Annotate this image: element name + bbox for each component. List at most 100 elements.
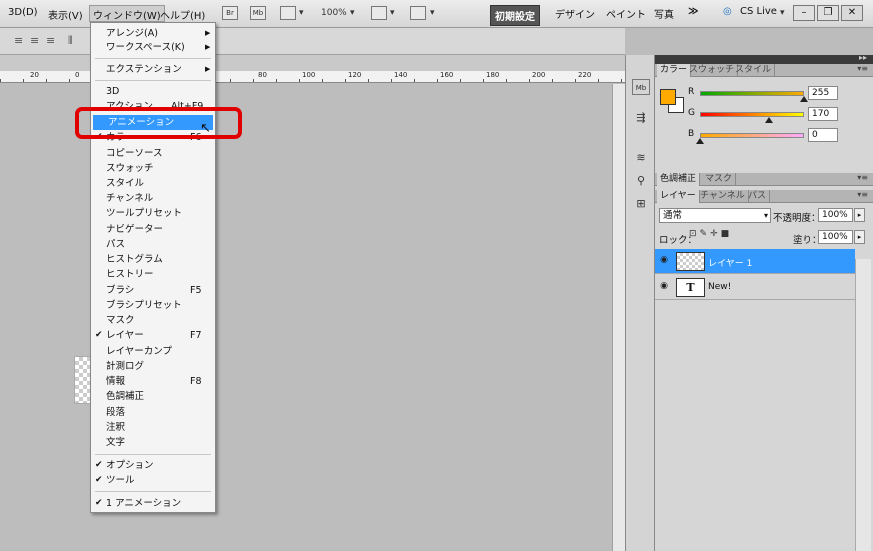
workspace-essentials[interactable]: 初期設定	[490, 5, 540, 26]
layer-row[interactable]: ◉ T New!	[655, 275, 855, 300]
slider-thumb[interactable]	[765, 117, 774, 123]
clone-source-icon[interactable]: ⚲	[632, 173, 650, 189]
value-field[interactable]: 170	[808, 107, 838, 121]
menu-item-workspace[interactable]: ワークスペース(K) ▶	[91, 40, 215, 55]
layer-name[interactable]: New!	[708, 282, 731, 292]
menu-item-styles[interactable]: スタイル	[91, 176, 215, 191]
menu-window[interactable]: ウィンドウ(W)	[89, 5, 165, 22]
tab-adjustments[interactable]: 色調補正	[657, 173, 701, 186]
arrange-documents-icon[interactable]	[371, 6, 387, 20]
panel-collapse-bar[interactable]: ▸▸	[655, 53, 873, 64]
panel-menu-icon[interactable]: ▾≡	[857, 173, 868, 182]
tab-swatches[interactable]: スウォッチ	[686, 64, 739, 77]
menu-item-arrange[interactable]: アレンジ(A) ▶	[91, 26, 215, 41]
fill-field[interactable]: 100%	[818, 230, 853, 244]
brush-panel-icon[interactable]: ≋	[632, 150, 650, 166]
menu-item-masks[interactable]: マスク	[91, 313, 215, 328]
menu-item-notes[interactable]: 注釈	[91, 420, 215, 435]
fill-slider-arrow-icon[interactable]: ▸	[854, 230, 865, 244]
menu-item-history[interactable]: ヒストリー	[91, 267, 215, 282]
menu-item-open-document[interactable]: ✔ 1 アニメーション	[91, 496, 215, 511]
tab-paths[interactable]: パス	[745, 190, 771, 203]
menu-item-adjustments[interactable]: 色調補正	[91, 389, 215, 404]
layer-name[interactable]: レイヤー 1	[708, 256, 752, 269]
eye-icon[interactable]: ◉	[658, 255, 670, 267]
minibridge-icon[interactable]: Mb	[250, 6, 266, 20]
menu-3d[interactable]: 3D(D)	[8, 7, 38, 23]
menu-item-channels[interactable]: チャンネル	[91, 191, 215, 206]
chevron-down-icon[interactable]: ▾	[350, 8, 355, 18]
panel-menu-icon[interactable]: ▾≡	[857, 190, 868, 199]
canvas-scrollbar[interactable]	[612, 84, 625, 551]
minimize-icon[interactable]: –	[793, 5, 815, 21]
distribute-icon[interactable]: ⫴	[68, 34, 74, 48]
menu-view[interactable]: 表示(V)	[48, 7, 83, 23]
tab-channels[interactable]: チャンネル	[697, 190, 749, 203]
tool-presets-icon[interactable]: ⊞	[632, 196, 650, 212]
workspace-paint[interactable]: ペイント	[606, 6, 646, 21]
chevron-down-icon[interactable]: ▾	[430, 8, 435, 18]
view-extras-icon[interactable]	[280, 6, 296, 20]
lock-position-icon[interactable]: ✛	[710, 229, 721, 239]
bridge-icon[interactable]: Br	[222, 6, 238, 20]
menu-item-swatches[interactable]: スウォッチ	[91, 161, 215, 176]
menu-item-3d[interactable]: 3D	[91, 84, 215, 99]
menu-item-layers[interactable]: ✔ レイヤー F7	[91, 328, 215, 343]
collapse-arrows-icon[interactable]: ▸▸	[859, 53, 867, 62]
tab-masks[interactable]: マスク	[702, 173, 737, 186]
align-top-icon[interactable]: ≡	[14, 34, 24, 47]
tab-styles[interactable]: スタイル	[732, 64, 776, 77]
menu-item-brush[interactable]: ブラシ F5	[91, 283, 215, 298]
menu-item-tools[interactable]: ✔ ツール	[91, 473, 215, 488]
cslive-icon[interactable]: ◎	[723, 6, 732, 17]
menu-item-paragraph[interactable]: 段落	[91, 405, 215, 420]
slider-thumb[interactable]	[800, 96, 808, 102]
menu-item-navigator[interactable]: ナビゲーター	[91, 222, 215, 237]
cslive-label[interactable]: CS Live	[740, 6, 777, 17]
lock-all-icon[interactable]: ■	[721, 229, 733, 239]
mouse-cursor-icon: ↖	[200, 121, 211, 136]
menu-help[interactable]: ヘルプ(H)	[160, 7, 205, 23]
opacity-slider-arrow-icon[interactable]: ▸	[854, 208, 865, 222]
menu-item-brush-presets[interactable]: ブラシプリセット	[91, 298, 215, 313]
slider-track[interactable]	[700, 91, 804, 96]
opacity-field[interactable]: 100%	[818, 208, 853, 222]
tab-layers[interactable]: レイヤー	[657, 190, 700, 203]
layers-scrollbar[interactable]	[855, 259, 871, 551]
layer-row[interactable]: ◉ レイヤー 1	[655, 249, 855, 274]
minibridge-panel-icon[interactable]: Mb	[632, 79, 650, 95]
close-icon[interactable]: ✕	[841, 5, 863, 21]
chevron-down-icon[interactable]: ▾	[299, 8, 304, 18]
menu-item-layer-comps[interactable]: レイヤーカンプ	[91, 344, 215, 359]
workspace-design[interactable]: デザイン	[555, 6, 595, 21]
menu-item-extensions[interactable]: エクステンション ▶	[91, 62, 215, 77]
slider-thumb[interactable]	[696, 138, 704, 144]
menu-item-paths[interactable]: パス	[91, 237, 215, 252]
align-vcenter-icon[interactable]: ≡	[30, 34, 40, 47]
lock-transparent-icon[interactable]: ⊡	[689, 229, 700, 239]
zoom-level[interactable]: 100%	[321, 8, 347, 18]
screen-mode-icon[interactable]	[410, 6, 426, 20]
menu-item-tool-presets[interactable]: ツールプリセット	[91, 206, 215, 221]
blend-mode-select[interactable]: 通常 ▾	[659, 208, 771, 223]
menu-item-clone-source[interactable]: コピーソース	[91, 146, 215, 161]
value-field[interactable]: 0	[808, 128, 838, 142]
value-field[interactable]: 255	[808, 86, 838, 100]
menu-item-measurement-log[interactable]: 計測ログ	[91, 359, 215, 374]
menu-item-options[interactable]: ✔ オプション	[91, 458, 215, 473]
restore-icon[interactable]: ❐	[817, 5, 839, 21]
menu-item-info[interactable]: 情報 F8	[91, 374, 215, 389]
chevron-down-icon[interactable]: ▾	[390, 8, 395, 18]
panel-menu-icon[interactable]: ▾≡	[857, 64, 868, 73]
menu-item-histogram[interactable]: ヒストグラム	[91, 252, 215, 267]
menu-item-character[interactable]: 文字	[91, 435, 215, 450]
slider-track[interactable]	[700, 112, 804, 117]
align-bottom-icon[interactable]: ≡	[46, 34, 56, 47]
more-workspaces-icon[interactable]: ≫	[688, 6, 698, 17]
workspace-photo[interactable]: 写真	[654, 6, 674, 21]
eye-icon[interactable]: ◉	[658, 281, 670, 293]
chevron-down-icon[interactable]: ▾	[780, 8, 785, 18]
slider-track[interactable]	[700, 133, 804, 138]
history-panel-icon[interactable]: ⇶	[632, 110, 650, 126]
lock-image-icon[interactable]: ✎	[700, 229, 711, 239]
